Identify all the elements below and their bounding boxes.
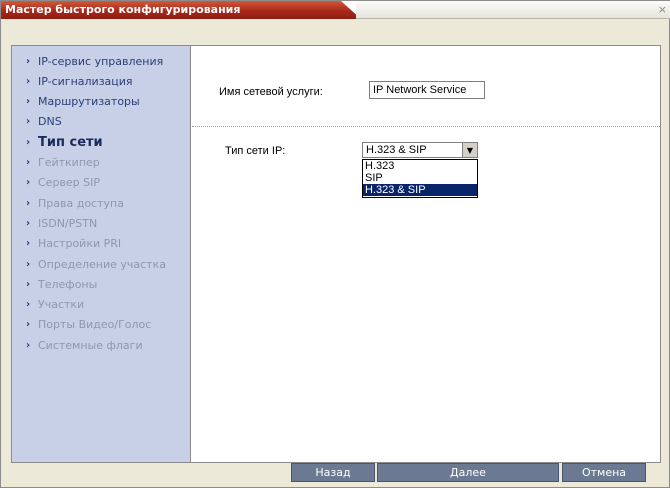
chevron-right-icon: ›: [26, 339, 31, 351]
wizard-body: › IP-сервис управления › IP-сигнализация › Ма…: [11, 45, 661, 463]
sidebar-item-label: Определение участка: [38, 257, 166, 271]
chevron-right-icon: ›: [26, 197, 31, 209]
cancel-button[interactable]: Отмена: [562, 463, 646, 482]
chevron-right-icon: ›: [26, 278, 31, 290]
sidebar-item-label: Гейткипер: [38, 156, 100, 169]
sidebar-item[interactable]: › Сервер SIP: [26, 174, 100, 192]
network-type-select[interactable]: H.323 & SIP ▼: [362, 142, 478, 158]
network-type-option[interactable]: H.323: [363, 160, 477, 172]
sidebar-item[interactable]: › DNS: [26, 113, 62, 131]
title-bar-rest: [356, 1, 670, 19]
divider: [192, 126, 660, 127]
sidebar-item[interactable]: › Гейткипер: [26, 154, 100, 172]
wizard-steps-sidebar: › IP-сервис управления › IP-сигнализация › Ма…: [12, 46, 191, 462]
chevron-right-icon: ›: [26, 116, 31, 128]
sidebar-item[interactable]: › Права доступа: [26, 194, 124, 212]
wizard-window: Мастер быстрого конфигурирования × › IP-с…: [0, 0, 670, 488]
sidebar-item-label: Телефоны: [38, 277, 98, 291]
sidebar-item[interactable]: › Определение участка: [26, 255, 166, 273]
sidebar-item[interactable]: › Тип сети: [26, 133, 103, 151]
wizard-footer: Назад Далее Отмена: [11, 463, 661, 487]
sidebar-item[interactable]: › Настройки PRI: [26, 235, 121, 253]
service-name-input[interactable]: [369, 81, 485, 99]
title-bar: Мастер быстрого конфигурирования ×: [1, 1, 670, 19]
next-button[interactable]: Далее: [377, 463, 559, 482]
sidebar-item[interactable]: › Порты Видео/Голос: [26, 316, 151, 334]
chevron-right-icon: ›: [26, 157, 31, 168]
network-type-value: H.323 & SIP: [366, 144, 427, 156]
sidebar-item-label: Сервер SIP: [38, 176, 101, 190]
network-type-option[interactable]: H.323 & SIP: [363, 184, 477, 196]
sidebar-item[interactable]: › ISDN/PSTN: [26, 214, 97, 232]
chevron-right-icon: ›: [26, 319, 31, 331]
sidebar-item-label: Системные флаги: [38, 338, 143, 352]
sidebar-item[interactable]: › Телефоны: [26, 275, 97, 293]
window-title: Мастер быстрого конфигурирования: [5, 3, 241, 16]
sidebar-item-label: Порты Видео/Голос: [38, 318, 152, 332]
network-type-options: H.323 SIP H.323 & SIP: [362, 159, 478, 198]
network-type-label: Тип сети IP:: [225, 145, 286, 157]
step-content: Имя сетевой услуги: Тип сети IP: H.323 &…: [192, 46, 660, 462]
back-button[interactable]: Назад: [291, 463, 375, 482]
chevron-right-icon: ›: [26, 238, 31, 250]
sidebar-item-label: Настройки PRI: [38, 237, 122, 251]
sidebar-item-label: Тип сети: [38, 134, 103, 150]
title-tab: Мастер быстрого конфигурирования: [1, 1, 361, 19]
chevron-right-icon: ›: [26, 55, 31, 67]
chevron-right-icon: ›: [26, 258, 31, 270]
sidebar-item[interactable]: › IP-сервис управления: [26, 52, 163, 70]
chevron-right-icon: ›: [26, 299, 31, 311]
sidebar-item-label: IP-сигнализация: [38, 74, 133, 88]
sidebar-item-label: Права доступа: [38, 196, 124, 210]
sidebar-item[interactable]: › Маршрутизаторы: [26, 93, 140, 111]
sidebar-item-label: Участки: [38, 298, 85, 312]
chevron-right-icon: ›: [26, 177, 31, 189]
close-icon[interactable]: ×: [658, 3, 667, 16]
service-name-label: Имя сетевой услуги:: [219, 86, 323, 98]
chevron-right-icon: ›: [26, 75, 31, 87]
sidebar-item-label: IP-сервис управления: [38, 54, 164, 68]
chevron-right-icon: ›: [26, 136, 31, 148]
sidebar-item[interactable]: › IP-сигнализация: [26, 72, 133, 90]
network-type-option[interactable]: SIP: [363, 172, 477, 184]
sidebar-item-label: ISDN/PSTN: [38, 216, 98, 230]
sidebar-item-label: DNS: [38, 115, 62, 129]
chevron-right-icon: ›: [26, 217, 31, 229]
dropdown-arrow-icon[interactable]: ▼: [462, 143, 477, 157]
sidebar-item[interactable]: › Участки: [26, 296, 84, 314]
chevron-right-icon: ›: [26, 96, 31, 108]
sidebar-item-label: Маршрутизаторы: [38, 95, 140, 109]
sidebar-item[interactable]: › Системные флаги: [26, 336, 143, 354]
